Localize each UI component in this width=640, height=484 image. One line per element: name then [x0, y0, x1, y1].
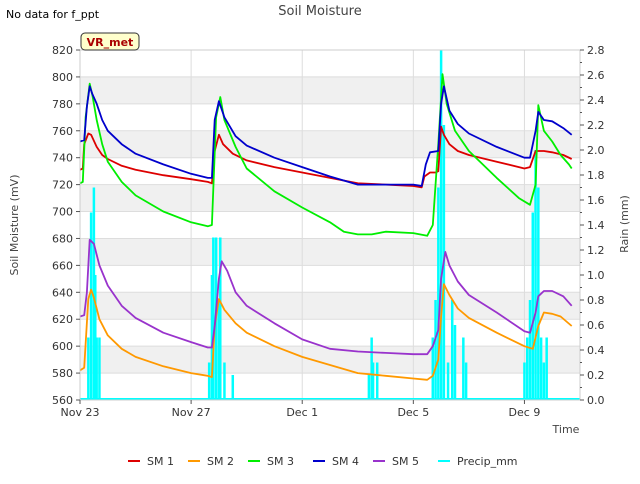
y2-tick-label: 0.2 — [587, 369, 605, 382]
y2-tick-label: 0.4 — [587, 344, 605, 357]
legend-item: SM 4 — [313, 455, 359, 468]
y2-tick-label: 0.0 — [587, 394, 605, 407]
y2-tick-label: 1.6 — [587, 194, 605, 207]
y2-tick-label: 2.4 — [587, 94, 605, 107]
y-tick-label: 800 — [52, 71, 73, 84]
legend-item: SM 3 — [248, 455, 294, 468]
y2-tick-label: 2.0 — [587, 144, 605, 157]
soil-moisture-chart: 5605806006206406606807007207407607808008… — [6, 4, 631, 468]
legend-label: Precip_mm — [457, 455, 518, 468]
y-tick-label: 600 — [52, 340, 73, 353]
y-tick-label: 700 — [52, 206, 73, 219]
x-tick-label: Dec 9 — [509, 406, 541, 419]
chart-container: 560 580 600 620 640 660 680 700 720 740 760 780 800 8… — [0, 0, 640, 480]
legend-label: SM 5 — [392, 455, 419, 468]
legend-label: SM 3 — [267, 455, 294, 468]
legend-item: SM 1 — [128, 455, 174, 468]
y2-tick-label: 1.0 — [587, 269, 605, 282]
y2-tick-label: 1.4 — [587, 219, 605, 232]
plot-band — [80, 292, 580, 320]
y-tick-label: 780 — [52, 98, 73, 111]
y2-tick-label: 2.8 — [587, 44, 605, 57]
site-badge: VR_met — [80, 32, 140, 51]
x-tick-label: Dec 5 — [397, 406, 429, 419]
x-tick-label: Nov 27 — [172, 406, 211, 419]
legend-label: SM 4 — [332, 455, 359, 468]
y2-tick-label: 2.2 — [587, 119, 605, 132]
plot-band — [80, 346, 580, 374]
y-tick-label: 660 — [52, 259, 73, 272]
legend-item: Precip_mm — [438, 455, 518, 468]
legend-label: SM 1 — [147, 455, 174, 468]
site-badge-label: VR_met — [87, 36, 134, 49]
legend-item: SM 2 — [188, 455, 234, 468]
y2-tick-label: 0.8 — [587, 294, 605, 307]
plot-band — [80, 76, 580, 104]
y2-tick-label: 1.2 — [587, 244, 605, 257]
y-axis-label: Soil Moisture (mV) — [8, 175, 21, 276]
x-tick-label: Dec 1 — [286, 406, 318, 419]
y-tick-label: 620 — [52, 313, 73, 326]
y-tick-label: 720 — [52, 179, 73, 192]
y-tick-label: 760 — [52, 125, 73, 138]
x-tick-label: Nov 23 — [61, 406, 100, 419]
y-tick-label: 680 — [52, 232, 73, 245]
y-tick-label: 820 — [52, 44, 73, 57]
y2-axis-label: Rain (mm) — [618, 195, 631, 253]
plot-band — [80, 130, 580, 158]
no-data-note: No data for f_ppt — [6, 8, 100, 21]
y-tick-label: 640 — [52, 286, 73, 299]
x-axis-label: Time — [552, 423, 580, 436]
legend: SM 1 SM 2 SM 3 SM 4 SM 5 Precip_mm — [128, 455, 518, 468]
y-tick-label: 740 — [52, 152, 73, 165]
y2-tick-label: 1.8 — [587, 169, 605, 182]
chart-title: Soil Moisture — [278, 4, 362, 19]
plot-band — [80, 238, 580, 266]
y-tick-label: 580 — [52, 367, 73, 380]
y2-tick-label: 0.6 — [587, 319, 605, 332]
legend-item: SM 5 — [373, 455, 419, 468]
y2-tick-label: 2.6 — [587, 69, 605, 82]
legend-label: SM 2 — [207, 455, 234, 468]
